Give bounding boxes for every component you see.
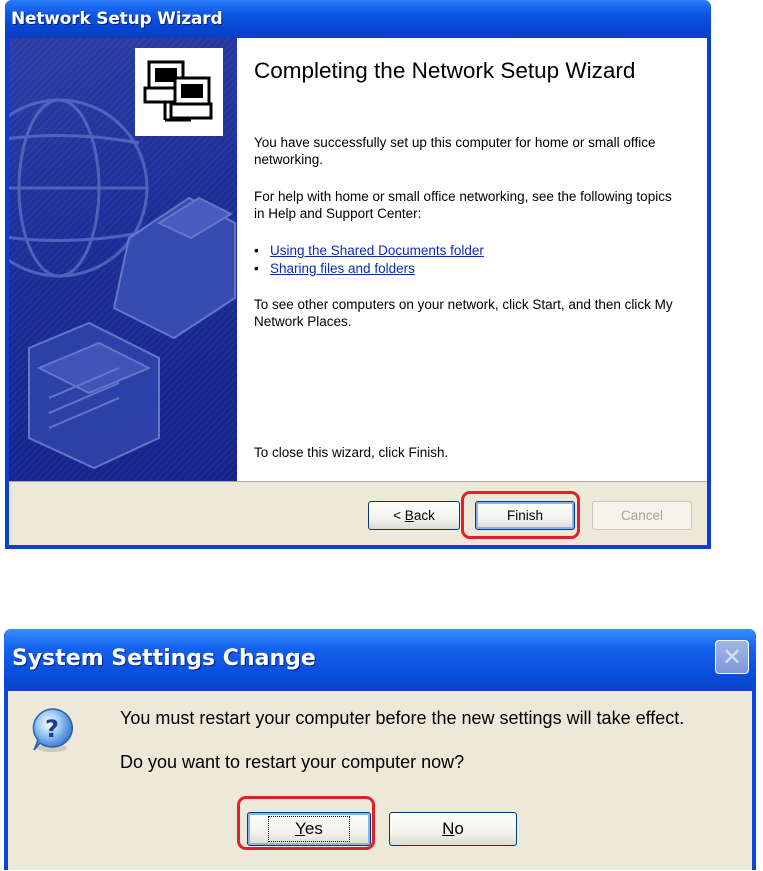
wizard-heading: Completing the Network Setup Wizard <box>254 58 636 83</box>
restart-question: Do you want to restart your computer now… <box>120 752 465 772</box>
network-computers-icon <box>135 48 223 136</box>
no-mnemonic: N <box>442 819 455 838</box>
help-topics-text: For help with home or small office netwo… <box>254 189 672 221</box>
yes-highlight-box <box>237 796 375 850</box>
bullet: • <box>254 261 259 276</box>
back-mnemonic: B <box>404 508 414 523</box>
back-label: ack <box>413 508 435 523</box>
network-places-text: To see other computers on your network, … <box>254 297 673 329</box>
wizard-title-bar[interactable]: Network Setup Wizard <box>5 0 711 38</box>
dialog-title: System Settings Change <box>12 646 316 671</box>
svg-text:?: ? <box>45 715 59 743</box>
system-settings-change-dialog: System Settings Change ✕ ? You must rest… <box>4 629 756 870</box>
wizard-content: Completing the Network Setup Wizard You … <box>237 38 707 481</box>
success-text: You have successfully set up this comput… <box>254 135 656 167</box>
restart-required-message: You must restart your computer before th… <box>120 708 685 728</box>
help-link-item: • Using the Shared Documents folder <box>254 242 484 259</box>
wizard-button-bar: < Back Finish Cancel <box>9 481 707 545</box>
question-icon: ? <box>32 708 73 752</box>
wizard-side-banner <box>9 38 237 481</box>
no-label: o <box>454 819 464 838</box>
back-button[interactable]: < Back <box>368 501 460 530</box>
network-setup-wizard-window: Network Setup Wizard Completing the Netw… <box>5 0 711 549</box>
close-instruction-text: To close this wizard, click Finish. <box>254 445 449 460</box>
back-prefix: < <box>393 508 405 523</box>
help-link-item: • Sharing files and folders <box>254 260 415 277</box>
close-icon[interactable]: ✕ <box>715 640 749 674</box>
wizard-title: Network Setup Wizard <box>11 9 223 29</box>
finish-highlight-box <box>461 491 580 539</box>
wizard-client-area: Completing the Network Setup Wizard You … <box>9 38 707 545</box>
shared-documents-link[interactable]: Using the Shared Documents folder <box>270 243 484 258</box>
no-button[interactable]: No <box>389 812 517 846</box>
cancel-button: Cancel <box>592 501 692 530</box>
sharing-files-link[interactable]: Sharing files and folders <box>270 261 415 276</box>
bullet: • <box>254 243 259 258</box>
dialog-title-bar[interactable]: System Settings Change ✕ <box>4 629 756 691</box>
dialog-client-area: ? You must restart your computer before … <box>8 691 752 870</box>
